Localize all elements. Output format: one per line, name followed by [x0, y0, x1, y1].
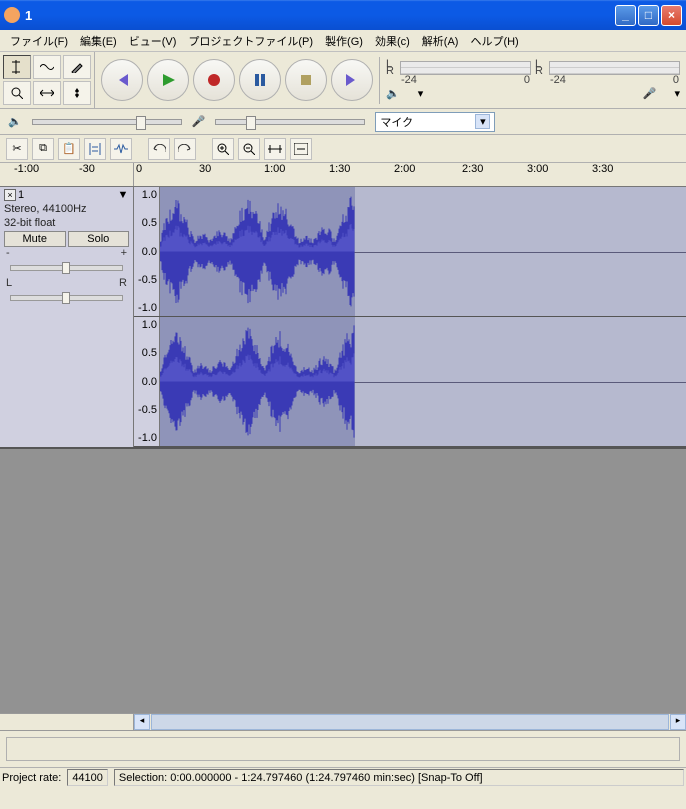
mute-button[interactable]: Mute	[4, 231, 66, 247]
mixer-row: 🔈 🎤 マイク ▾	[0, 109, 686, 135]
horizontal-scrollbar[interactable]: ◂ ▸	[0, 713, 686, 731]
track-panel: × 1 ▼ Stereo, 44100Hz 32-bit float Mute …	[0, 187, 134, 447]
track-name[interactable]: 1	[18, 189, 115, 201]
menubar: ファイル(F) 編集(E) ビュー(V) プロジェクトファイル(P) 製作(G)…	[0, 30, 686, 52]
timeshift-tool[interactable]	[33, 81, 61, 105]
track-menu-dropdown[interactable]: ▼	[117, 189, 129, 201]
zoom-tool[interactable]	[3, 81, 31, 105]
selection-tool[interactable]	[3, 55, 31, 79]
pause-button[interactable]	[239, 59, 281, 101]
menu-analyze[interactable]: 解析(A)	[416, 31, 465, 51]
minimize-button[interactable]: _	[615, 5, 636, 26]
input-device-select[interactable]: マイク ▾	[375, 112, 495, 132]
amplitude-scale-right: 1.00.50.0-0.5-1.0	[134, 317, 160, 446]
input-meter[interactable]: -240	[549, 61, 680, 75]
project-rate-value[interactable]: 44100	[67, 769, 108, 786]
play-button[interactable]	[147, 59, 189, 101]
track-1: × 1 ▼ Stereo, 44100Hz 32-bit float Mute …	[0, 187, 686, 449]
input-volume-slider[interactable]	[215, 119, 365, 125]
menu-help[interactable]: ヘルプ(H)	[464, 31, 524, 51]
amplitude-scale-left: 1.00.50.0-0.5-1.0	[134, 187, 160, 316]
meters: LR -240 LR -240 🔈 ▾ 🎤 ▾	[379, 57, 686, 104]
menu-effect[interactable]: 効果(c)	[369, 31, 416, 51]
fit-project-button[interactable]	[290, 138, 312, 160]
dropdown-arrow-icon: ▾	[475, 114, 490, 129]
mic-icon: 🎤	[643, 87, 657, 100]
track-bits: 32-bit float	[4, 217, 129, 229]
skip-start-button[interactable]	[101, 59, 143, 101]
solo-button[interactable]: Solo	[68, 231, 130, 247]
zoom-in-button[interactable]	[212, 138, 234, 160]
zoom-out-button[interactable]	[238, 138, 260, 160]
output-meter[interactable]: -240	[400, 61, 531, 75]
menu-make[interactable]: 製作(G)	[319, 31, 369, 51]
maximize-button[interactable]: □	[638, 5, 659, 26]
menu-view[interactable]: ビュー(V)	[123, 31, 183, 51]
gain-slider[interactable]	[10, 265, 123, 271]
fit-selection-button[interactable]	[264, 138, 286, 160]
waveform-left[interactable]: 1.00.50.0-0.5-1.0	[134, 187, 686, 317]
track-format: Stereo, 44100Hz	[4, 203, 129, 215]
app-icon	[4, 7, 20, 23]
waveform-svg-right	[160, 317, 355, 446]
trim-button[interactable]	[84, 138, 106, 160]
pan-slider[interactable]	[10, 295, 123, 301]
envelope-tool[interactable]	[33, 55, 61, 79]
tool-palette	[0, 52, 95, 108]
scroll-thumb[interactable]	[151, 714, 669, 730]
menu-file[interactable]: ファイル(F)	[4, 31, 74, 51]
window-title: 1	[25, 8, 613, 23]
cut-button[interactable]: ✂	[6, 138, 28, 160]
speaker-dropdown-icon[interactable]: ▾	[418, 87, 424, 100]
waveform-svg-left	[160, 187, 355, 316]
track-area: × 1 ▼ Stereo, 44100Hz 32-bit float Mute …	[0, 187, 686, 713]
scroll-left-button[interactable]: ◂	[134, 714, 150, 730]
status-area	[0, 731, 686, 767]
meter-out-lr: LR	[386, 61, 396, 75]
scroll-right-button[interactable]: ▸	[670, 714, 686, 730]
close-button[interactable]: ×	[661, 5, 682, 26]
record-button[interactable]	[193, 59, 235, 101]
status-bar: Project rate: 44100 Selection: 0:00.0000…	[0, 767, 686, 787]
edit-toolbar: ✂ ⧉ 📋	[0, 135, 686, 163]
output-volume-icon: 🔈	[8, 115, 22, 128]
status-box	[6, 737, 680, 761]
redo-button[interactable]	[174, 138, 196, 160]
paste-button[interactable]: 📋	[58, 138, 80, 160]
timeline-ruler[interactable]: -1:00 -30 0 30 1:00 1:30 2:00 2:30 3:00 …	[0, 163, 686, 187]
output-volume-slider[interactable]	[32, 119, 182, 125]
main-toolbar: LR -240 LR -240 🔈 ▾ 🎤 ▾	[0, 52, 686, 109]
meter-in-lr: LR	[535, 61, 545, 75]
silence-button[interactable]	[110, 138, 132, 160]
undo-button[interactable]	[148, 138, 170, 160]
mic-dropdown-icon[interactable]: ▾	[674, 87, 680, 100]
speaker-icon: 🔈	[386, 87, 400, 100]
copy-button[interactable]: ⧉	[32, 138, 54, 160]
draw-tool[interactable]	[63, 55, 91, 79]
menu-project[interactable]: プロジェクトファイル(P)	[182, 31, 319, 51]
transport-controls	[95, 53, 379, 107]
menu-edit[interactable]: 編集(E)	[74, 31, 123, 51]
multi-tool[interactable]	[63, 81, 91, 105]
waveform-right[interactable]: 1.00.50.0-0.5-1.0	[134, 317, 686, 447]
project-rate-label: Project rate:	[2, 772, 61, 784]
skip-end-button[interactable]	[331, 59, 373, 101]
input-volume-icon: 🎤	[192, 115, 206, 128]
track-close-button[interactable]: ×	[4, 189, 16, 201]
selection-status: Selection: 0:00.000000 - 1:24.797460 (1:…	[114, 769, 684, 786]
titlebar: 1 _ □ ×	[0, 0, 686, 30]
stop-button[interactable]	[285, 59, 327, 101]
input-device-value: マイク	[380, 114, 413, 130]
